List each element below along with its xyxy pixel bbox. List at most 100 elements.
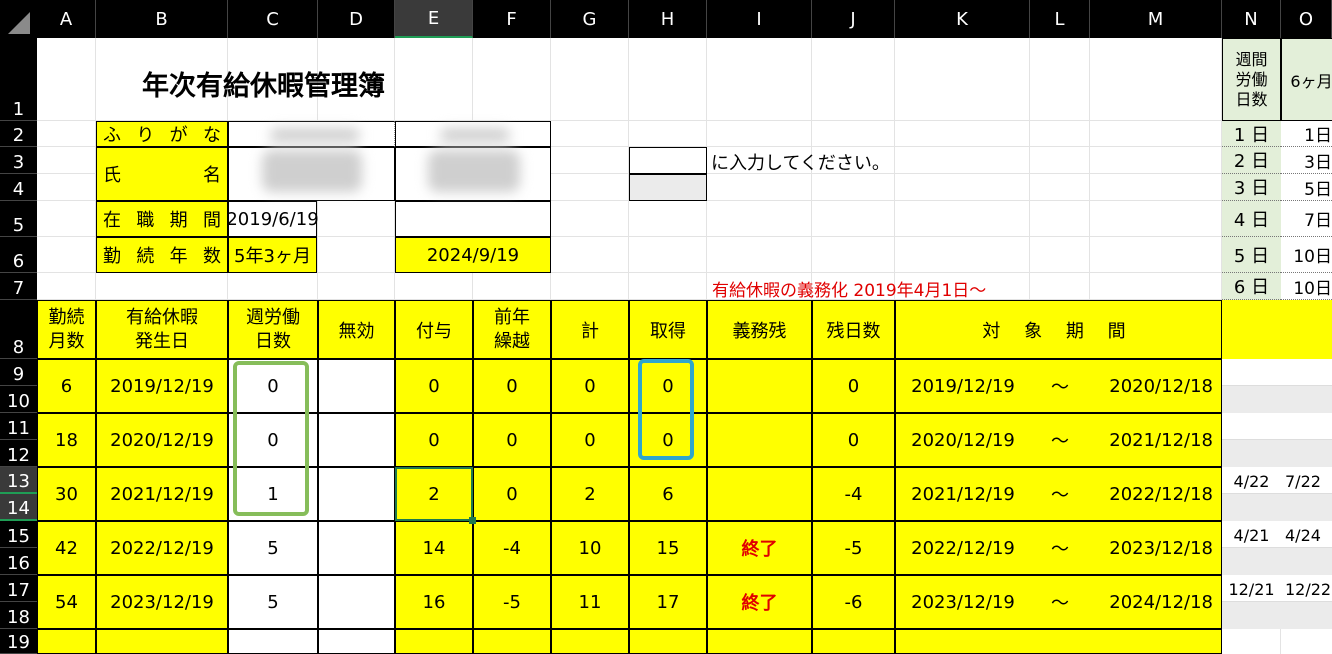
- column-header-L[interactable]: L: [1030, 0, 1090, 38]
- obligation-cell: [707, 467, 812, 521]
- side-date-start-3: 12/21: [1222, 577, 1281, 601]
- grant-date-cell: 2022/12/19: [96, 521, 228, 575]
- column-header-H[interactable]: H: [629, 0, 707, 38]
- column-header-J[interactable]: J: [812, 0, 895, 38]
- fill-handle[interactable]: [469, 517, 476, 524]
- remaining-cell: -6: [812, 575, 895, 629]
- header-grant: 付与: [395, 300, 473, 359]
- period-to-cell: 2023/12/18: [1090, 521, 1222, 575]
- page-title: 年次有給休暇管理簿: [142, 70, 385, 102]
- row-header-16[interactable]: 16: [0, 548, 37, 575]
- row-header-13[interactable]: 13: [0, 467, 37, 494]
- side-value-6: 10日: [1281, 273, 1332, 300]
- remaining-cell: -5: [812, 521, 895, 575]
- taken-cell[interactable]: 17: [629, 575, 707, 629]
- weekly-days-input[interactable]: 5: [228, 521, 318, 575]
- column-header-C[interactable]: C: [228, 0, 318, 38]
- taken-cell[interactable]: 15: [629, 521, 707, 575]
- side-blank-b: [1222, 386, 1332, 413]
- column-header-O[interactable]: O: [1281, 0, 1332, 38]
- side-date-start-1: 4/22: [1222, 469, 1281, 493]
- period-end-cell[interactable]: [395, 201, 551, 237]
- select-all-corner[interactable]: [0, 0, 37, 38]
- column-header-M[interactable]: M: [1090, 0, 1222, 38]
- carry-cell: 0: [473, 359, 551, 413]
- period-start-cell[interactable]: 2019/6/19: [226, 201, 319, 237]
- legend-formula-swatch: [629, 174, 707, 201]
- months-cell: 42: [37, 521, 96, 575]
- row-header-7[interactable]: 7: [0, 273, 37, 300]
- row-header-11[interactable]: 11: [0, 413, 37, 440]
- row-header-17[interactable]: 17: [0, 575, 37, 602]
- row-header-19[interactable]: 19: [0, 629, 37, 654]
- weekly-days-input[interactable]: 5: [228, 575, 318, 629]
- grant-cell: 14: [395, 521, 473, 575]
- row-header-15[interactable]: 15: [0, 521, 37, 548]
- obligation-cell: 終了: [707, 521, 812, 575]
- row-header-8[interactable]: 8: [0, 300, 37, 359]
- side-blank-c: [1281, 359, 1332, 386]
- label-char: 期: [169, 210, 188, 231]
- grant-date-cell: 2023/12/19: [96, 575, 228, 629]
- row-header-6[interactable]: 6: [0, 237, 37, 273]
- grant-date-cell: 2020/12/19: [96, 413, 228, 467]
- column-header-F[interactable]: F: [473, 0, 551, 38]
- cell-line: 労働: [1235, 69, 1268, 89]
- grant-date-cell: 2021/12/19: [96, 467, 228, 521]
- obligation-cell: [707, 413, 812, 467]
- side-value-1: 1日: [1281, 121, 1332, 147]
- name-label: 氏名: [96, 147, 228, 201]
- remaining-cell: -4: [812, 467, 895, 521]
- header-total: 計: [551, 300, 629, 359]
- grant-cell: 0: [395, 359, 473, 413]
- label-char: な: [202, 125, 221, 146]
- row-header-3[interactable]: 3: [0, 147, 37, 174]
- side-day-1: 1 日: [1222, 121, 1281, 147]
- row-header-9[interactable]: 9: [0, 359, 37, 386]
- column-header-G[interactable]: G: [551, 0, 629, 38]
- column-header-D[interactable]: D: [318, 0, 395, 38]
- period-from-cell: 2023/12/19: [895, 575, 1030, 629]
- column-header-K[interactable]: K: [895, 0, 1030, 38]
- cell-line: 日数: [1235, 89, 1268, 109]
- header-period: 対 象 期 間: [895, 300, 1222, 359]
- invalid-input[interactable]: [318, 521, 395, 575]
- invalid-input[interactable]: [318, 575, 395, 629]
- total-cell: 11: [551, 575, 629, 629]
- taken-cell[interactable]: 6: [629, 467, 707, 521]
- side-blank-a: [1222, 359, 1281, 386]
- side-blank-b: [1222, 602, 1332, 629]
- header-remaining: 残日数: [812, 300, 895, 359]
- row-header-4[interactable]: 4: [0, 174, 37, 201]
- total-cell: 10: [551, 521, 629, 575]
- weekly-days-highlight: [233, 361, 309, 516]
- row-header-5[interactable]: 5: [0, 201, 37, 237]
- blurred-name-first: [428, 150, 520, 192]
- obligation-notice: 有給休暇の義務化 2019年4月1日〜: [712, 281, 987, 301]
- column-header-I[interactable]: I: [707, 0, 812, 38]
- cell-line: 週労働: [246, 306, 300, 328]
- side-blank-b: [1222, 548, 1332, 575]
- row-header-1[interactable]: 1: [0, 38, 37, 121]
- remaining-cell: 0: [812, 359, 895, 413]
- period-from-cell: 2022/12/19: [895, 521, 1030, 575]
- invalid-input[interactable]: [318, 359, 395, 413]
- period-label: 在職期間: [96, 201, 228, 237]
- row-header-2[interactable]: 2: [0, 121, 37, 147]
- blurred-furigana-last: [270, 128, 360, 142]
- period-tilde: 〜: [1030, 467, 1090, 521]
- column-header-A[interactable]: A: [37, 0, 96, 38]
- row-header-14[interactable]: 14: [0, 494, 37, 521]
- invalid-input[interactable]: [318, 413, 395, 467]
- column-header-E[interactable]: E: [395, 0, 473, 38]
- selected-cell-E13[interactable]: [395, 467, 473, 521]
- total-cell: 2: [551, 467, 629, 521]
- column-header-N[interactable]: N: [1222, 0, 1281, 38]
- months-cell: 6: [37, 359, 96, 413]
- row-header-18[interactable]: 18: [0, 602, 37, 629]
- row-header-12[interactable]: 12: [0, 440, 37, 467]
- invalid-input[interactable]: [318, 467, 395, 521]
- column-header-B[interactable]: B: [96, 0, 228, 38]
- row-header-10[interactable]: 10: [0, 386, 37, 413]
- partial-row-cell: [629, 629, 707, 654]
